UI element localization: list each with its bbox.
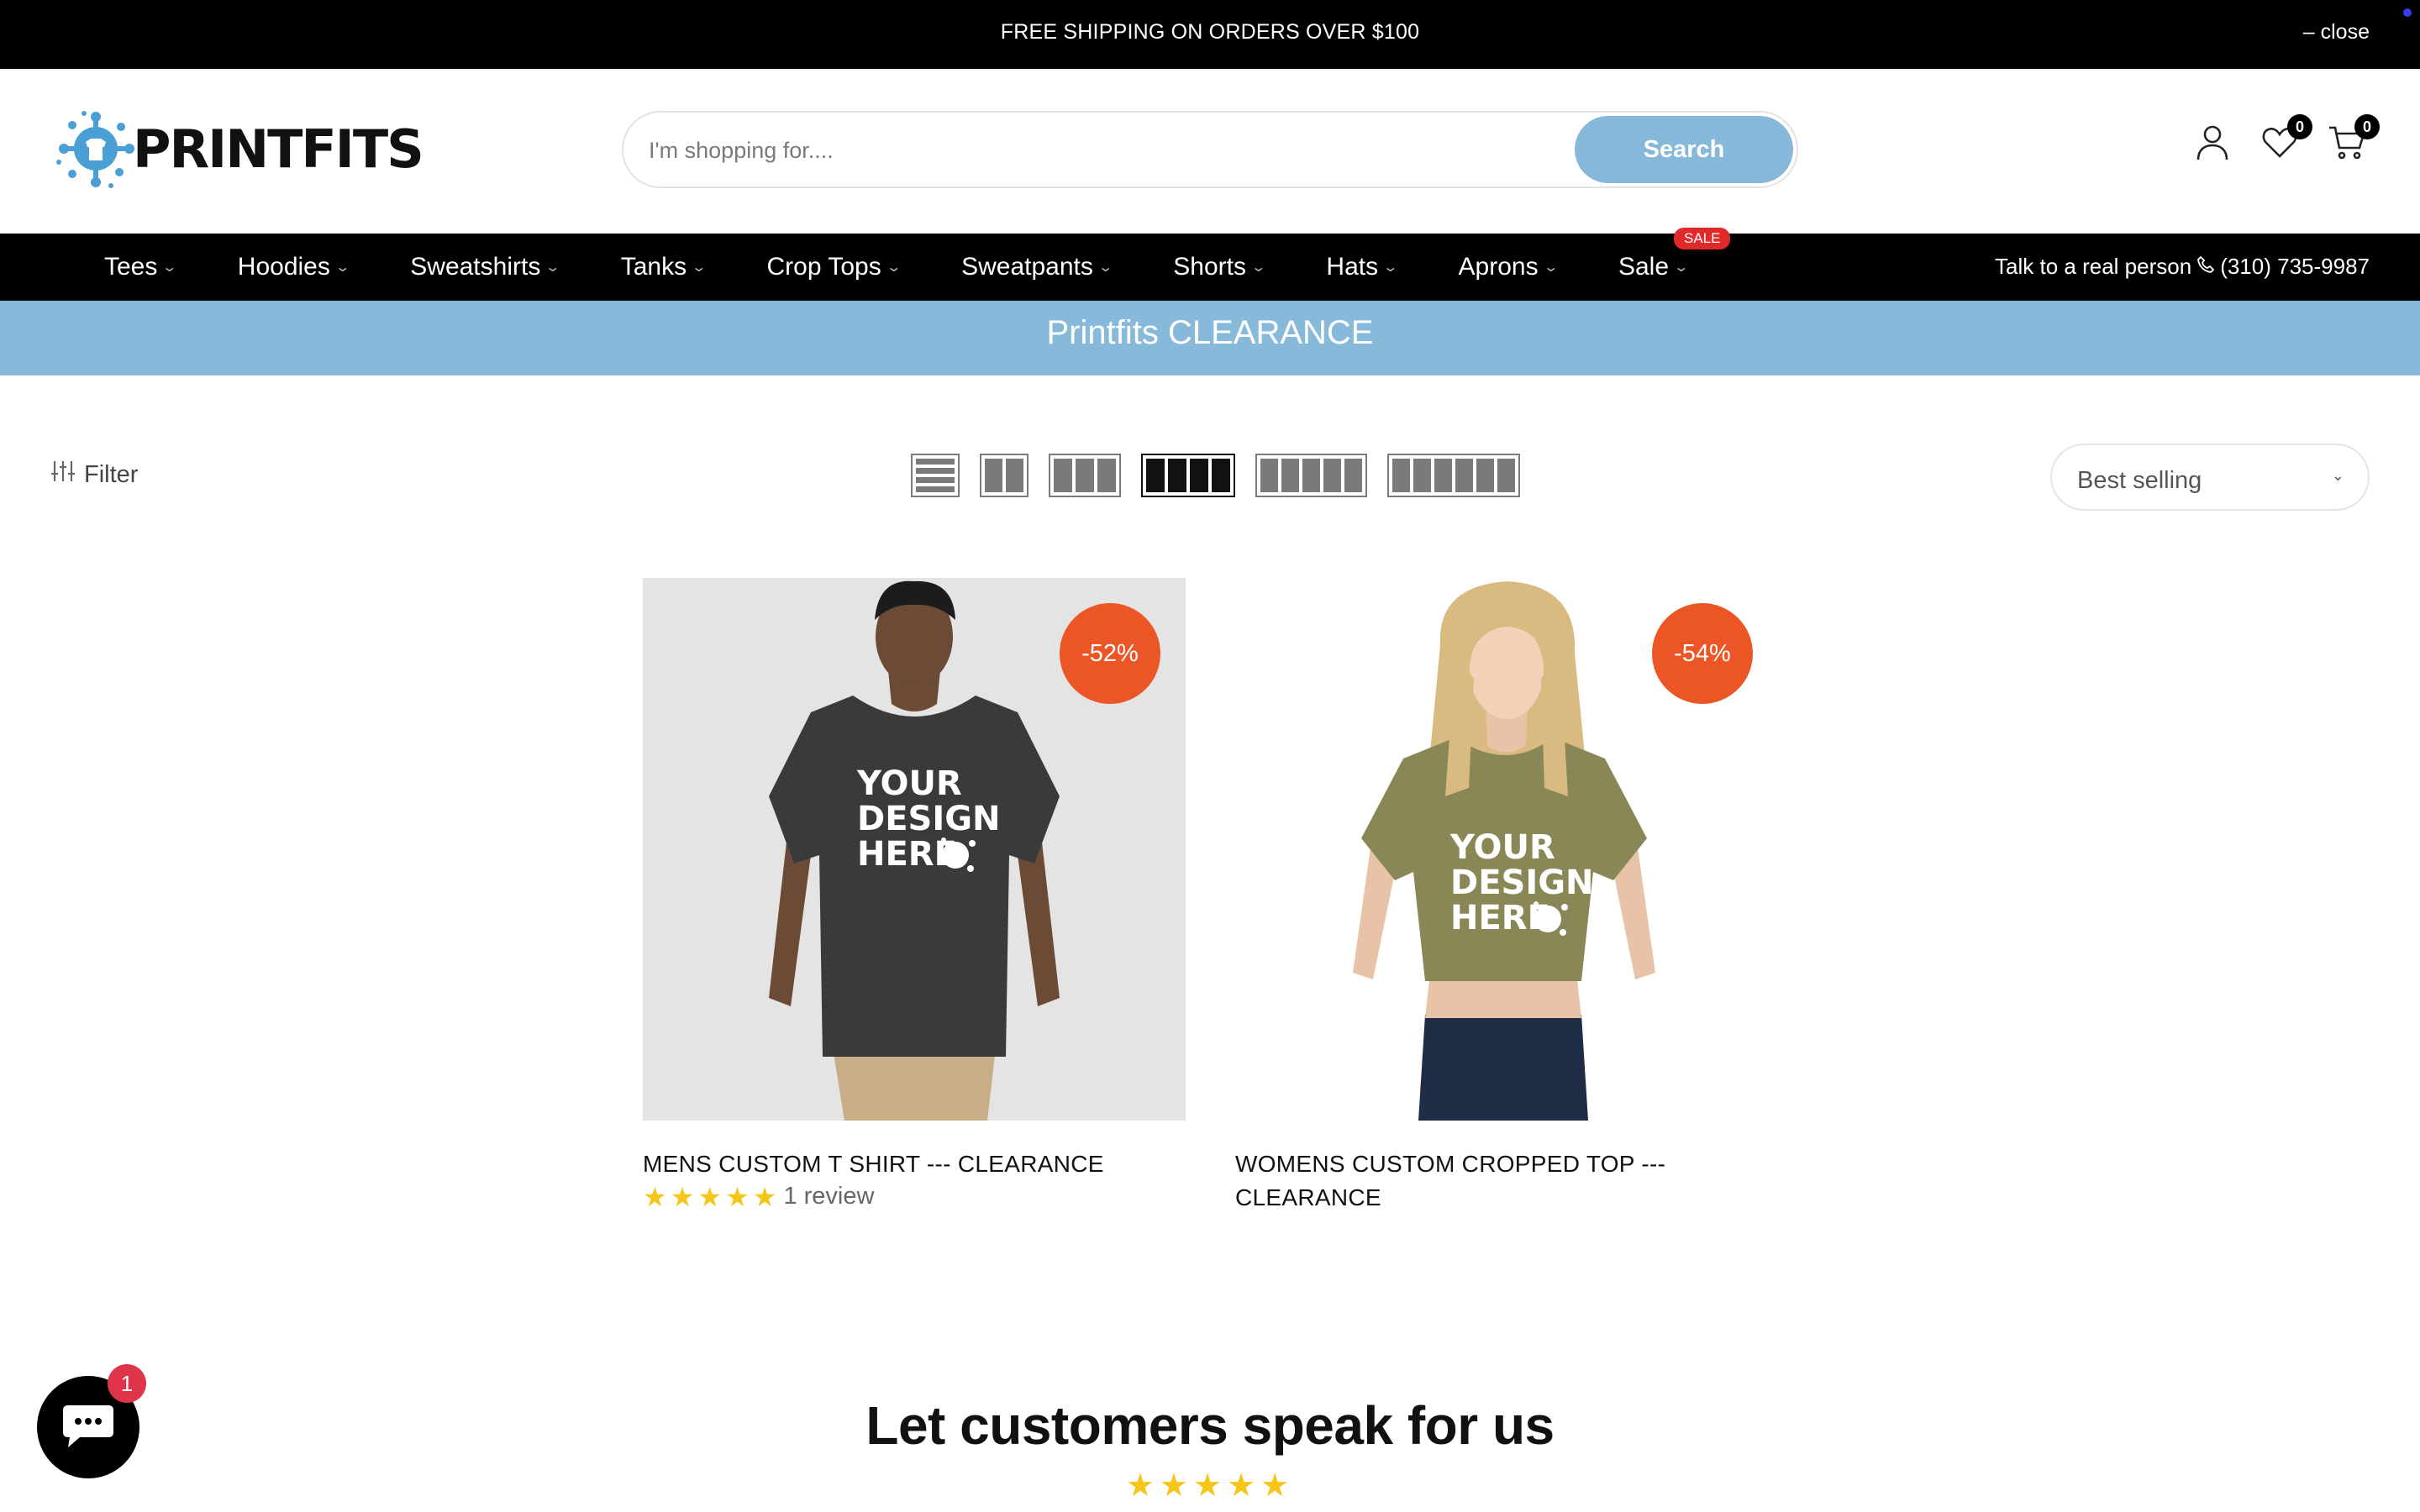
logo-text: PRINTFITS xyxy=(133,118,424,180)
product-image[interactable]: YOUR DESIGN HERE -54% xyxy=(1235,578,1778,1121)
testimonials-stars: ★★★★★ xyxy=(1125,1468,1295,1504)
cart-count: 0 xyxy=(2354,114,2380,139)
product-image[interactable]: YOUR DESIGN HERE -52% xyxy=(643,578,1186,1121)
chevron-down-icon: ⌄ xyxy=(2331,467,2344,484)
sale-badge: SALE xyxy=(1673,228,1731,249)
sliders-icon xyxy=(50,459,76,491)
testimonials-heading: Let customers speak for us xyxy=(865,1395,1555,1456)
nav-item-aprons[interactable]: Aprons ⌄ xyxy=(1458,253,1559,281)
discount-badge: -54% xyxy=(1652,603,1753,704)
grid-layout-switcher xyxy=(911,454,1520,497)
product-rating: ★ ★ ★ ★ ★ 1 review xyxy=(643,1183,1186,1210)
phone-contact[interactable]: Talk to a real person (310) 735-9987 xyxy=(1995,254,2370,280)
layout-2-columns-button[interactable] xyxy=(980,454,1028,497)
star-icon: ★ xyxy=(752,1181,777,1212)
filter-button[interactable]: Filter xyxy=(50,459,138,491)
announcement-text: FREE SHIPPING ON ORDERS OVER $100 xyxy=(1000,20,1420,44)
main-nav: Tees ⌄ Hoodies ⌄ Sweatshirts ⌄ Tanks ⌄ Crop … xyxy=(0,228,2420,301)
layout-4-columns-button[interactable] xyxy=(1141,454,1235,497)
chevron-down-icon: ⌄ xyxy=(1673,260,1690,275)
sort-value: Best selling xyxy=(2077,467,2202,494)
discount-badge: -52% xyxy=(1060,603,1160,704)
product-title[interactable]: MENS CUSTOM T SHIRT --- CLEARANCE xyxy=(643,1147,1186,1181)
layout-list-button[interactable] xyxy=(911,454,960,497)
print-line-2: DESIGN xyxy=(1450,864,1594,902)
layout-6-columns-button[interactable] xyxy=(1387,454,1520,497)
star-icon: ★ xyxy=(643,1181,667,1212)
announcement-close-button[interactable]: – close xyxy=(2303,20,2370,45)
print-line-1: YOUR xyxy=(856,764,962,803)
nav-item-label: Sweatshirts xyxy=(410,253,541,281)
nav-item-label: Shorts xyxy=(1173,253,1247,281)
nav-item-label: Tees xyxy=(104,253,158,281)
phone-icon xyxy=(2196,254,2215,280)
chevron-down-icon: ⌄ xyxy=(544,260,561,275)
print-line-1: YOUR xyxy=(1449,828,1555,867)
phone-number: (310) 735-9987 xyxy=(2220,254,2370,279)
product-card[interactable]: YOUR DESIGN HERE -54% WOMENS CUSTOM CROP… xyxy=(1235,578,1778,1215)
product-title[interactable]: WOMENS CUSTOM CROPPED TOP --- CLEARANCE xyxy=(1235,1147,1689,1215)
nav-item-hats[interactable]: Hats ⌄ xyxy=(1326,253,1399,281)
nav-item-label: Sale xyxy=(1618,253,1670,281)
filter-label: Filter xyxy=(84,460,139,488)
paint-splash-icon xyxy=(52,105,139,192)
nav-item-label: Aprons xyxy=(1458,253,1539,281)
nav-item-tees[interactable]: Tees ⌄ xyxy=(104,253,178,281)
chevron-down-icon: ⌄ xyxy=(1382,260,1399,275)
status-dot xyxy=(2403,8,2412,17)
nav-item-label: Hats xyxy=(1326,253,1379,281)
chevron-down-icon: ⌄ xyxy=(1097,260,1113,275)
cart-icon[interactable]: 0 xyxy=(2328,114,2380,165)
nav-item-shorts[interactable]: Shorts ⌄ xyxy=(1173,253,1267,281)
logo[interactable]: PRINTFITS xyxy=(52,102,424,195)
search-input[interactable] xyxy=(649,129,1506,171)
star-icon: ★ xyxy=(697,1181,723,1212)
nav-item-crop-tops[interactable]: Crop Tops ⌄ xyxy=(766,253,902,281)
nav-item-tanks[interactable]: Tanks ⌄ xyxy=(620,253,708,281)
nav-item-label: Hoodies xyxy=(237,253,330,281)
chevron-down-icon: ⌄ xyxy=(1250,260,1267,275)
layout-5-columns-button[interactable] xyxy=(1255,454,1367,497)
layout-3-columns-button[interactable] xyxy=(1049,454,1121,497)
chevron-down-icon: ⌄ xyxy=(1542,260,1559,275)
chevron-down-icon: ⌄ xyxy=(161,260,178,275)
announcement-bar: FREE SHIPPING ON ORDERS OVER $100 – clos… xyxy=(0,0,2420,69)
phone-label: Talk to a real person xyxy=(1995,254,2192,279)
header-icons: 0 0 xyxy=(2193,114,2380,165)
star-icon: ★ xyxy=(725,1181,750,1212)
nav-item-sale[interactable]: Sale ⌄ SALE xyxy=(1618,228,1731,281)
nav-item-sweatshirts[interactable]: Sweatshirts ⌄ xyxy=(410,253,561,281)
nav-item-label: Crop Tops xyxy=(766,253,881,281)
nav-item-hoodies[interactable]: Hoodies ⌄ xyxy=(237,253,350,281)
chevron-down-icon: ⌄ xyxy=(691,260,708,275)
wishlist-count: 0 xyxy=(2287,114,2312,139)
chevron-down-icon: ⌄ xyxy=(334,260,350,275)
chat-bubble-icon xyxy=(61,1402,115,1453)
nav-item-sweatpants[interactable]: Sweatpants ⌄ xyxy=(961,253,1113,281)
review-count[interactable]: 1 review xyxy=(783,1183,874,1210)
chat-unread-badge: 1 xyxy=(108,1364,146,1403)
testimonials-section: Let customers speak for us ★★★★★ xyxy=(0,1394,2420,1504)
chevron-down-icon: ⌄ xyxy=(886,260,902,275)
nav-item-label: Sweatpants xyxy=(961,253,1093,281)
print-line-2: DESIGN xyxy=(857,800,1001,838)
sort-select[interactable]: Best selling ⌄ xyxy=(2050,444,2370,511)
product-card[interactable]: YOUR DESIGN HERE -52% MENS CUSTOM T SHIR… xyxy=(643,578,1186,1210)
page-title: Printfits CLEARANCE xyxy=(1046,314,1374,351)
search-button[interactable]: Search xyxy=(1575,116,1793,183)
site-header: PRINTFITS Search 0 0 xyxy=(0,69,2420,234)
search-bar: Search xyxy=(622,111,1798,188)
nav-item-label: Tanks xyxy=(620,253,687,281)
collection-banner: Printfits CLEARANCE xyxy=(0,301,2420,375)
account-icon[interactable] xyxy=(2193,123,2235,165)
wishlist-icon[interactable]: 0 xyxy=(2260,114,2312,165)
star-icon: ★ xyxy=(670,1181,695,1212)
